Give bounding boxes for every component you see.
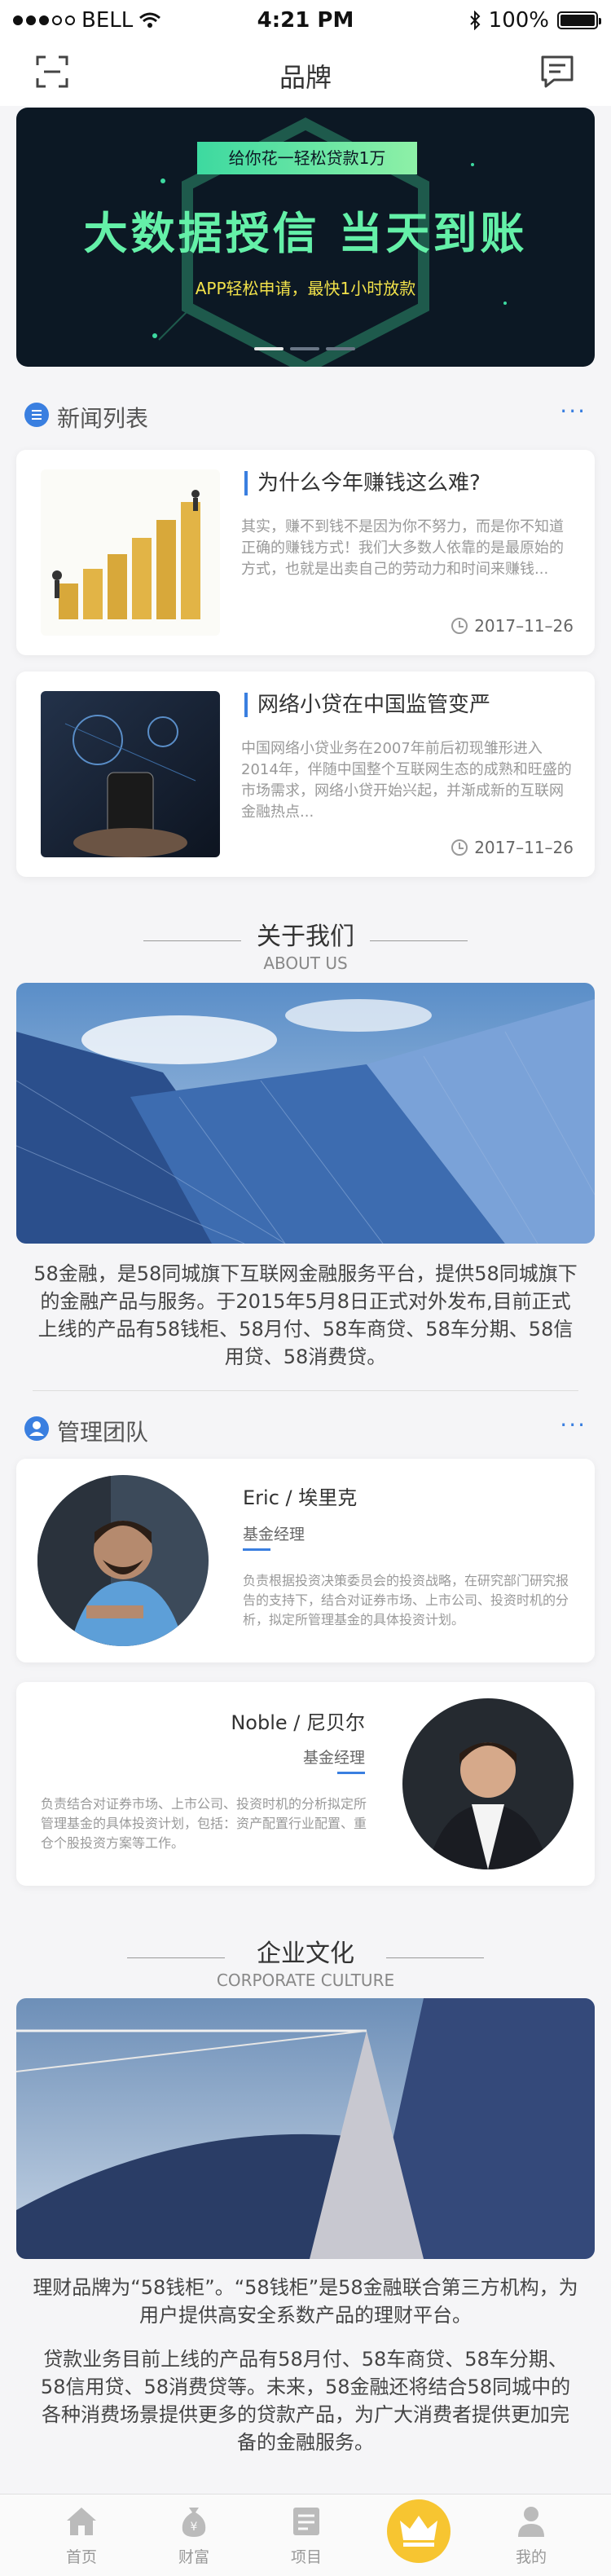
news-thumbnail-coins	[41, 469, 220, 636]
navigation-bar: 品牌	[0, 42, 611, 106]
about-title-en: ABOUT US	[263, 953, 348, 973]
clock-icon	[451, 839, 468, 856]
news-date: 2017–11–26	[474, 616, 574, 636]
banner-pill: 给你花一轻松贷款1万	[197, 142, 417, 174]
about-building-image	[16, 983, 595, 1244]
divider	[127, 1957, 225, 1958]
member-description: 负责根据投资决策委员会的投资战略，在研究部门研究报告的支持下，结合对证券市场、上…	[243, 1573, 569, 1627]
svg-text:¥: ¥	[191, 2521, 198, 2534]
member-name: Noble / 尼贝尔	[231, 1711, 365, 1734]
crown-icon	[387, 2499, 451, 2563]
culture-title-cn: 企业文化	[257, 1940, 354, 1968]
battery-percent: 100%	[488, 8, 549, 33]
divider	[370, 940, 468, 941]
tab-wealth[interactable]: ¥ 财富	[153, 2503, 235, 2567]
user-icon	[518, 2507, 544, 2537]
tab-label: 首页	[65, 2548, 97, 2566]
culture-text-1: 理财品牌为“58钱柜”。“58钱柜”是58金融联合第三方机构，为用户提供高安全系…	[33, 2276, 578, 2327]
news-section-title: 新闻列表	[57, 405, 149, 432]
banner-subline: APP轻松申请，最快1小时放款	[195, 279, 416, 298]
team-more-button[interactable]: ···	[560, 1411, 587, 1438]
divider	[143, 940, 241, 941]
news-card[interactable]: 为什么今年赚钱这么难? 其实，赚不到钱不是因为你不努力，而是你不知道正确的赚钱方…	[16, 450, 595, 655]
news-thumbnail-phone	[41, 691, 220, 857]
accent-bar	[337, 1772, 365, 1774]
team-member-card[interactable]: Noble / 尼贝尔 基金经理 负责结合对证券市场、上市公司、投资时机的分析拟…	[16, 1682, 595, 1886]
member-role: 基金经理	[243, 1526, 306, 1543]
tab-label: 财富	[178, 2548, 209, 2566]
accent-bar	[243, 1548, 270, 1551]
member-name: Eric / 埃里克	[243, 1486, 358, 1509]
tab-mine[interactable]: 我的	[490, 2503, 572, 2567]
member-description: 负责结合对证券市场、上市公司、投资时机的分析拟定所管理基金的具体投资计划，包括：…	[41, 1796, 367, 1851]
battery-icon	[557, 11, 601, 29]
news-summary: 其实，赚不到钱不是因为你不努力，而是你不知道正确的赚钱方式！我们大多数人依靠的是…	[241, 518, 564, 578]
tab-home[interactable]: 首页	[41, 2503, 122, 2567]
clock-icon	[451, 618, 468, 634]
culture-architecture-image	[16, 1998, 595, 2259]
promo-banner[interactable]: 给你花一轻松贷款1万 大数据授信 当天到账 APP轻松申请，最快1小时放款	[16, 108, 595, 367]
home-icon	[67, 2508, 96, 2535]
news-title: 为什么今年赚钱这么难?	[244, 471, 481, 495]
money-bag-icon: ¥	[182, 2508, 206, 2537]
carousel-indicator[interactable]	[254, 347, 355, 350]
team-section-header: 管理团队 ···	[16, 1408, 595, 1449]
news-section-header: 新闻列表 ···	[16, 394, 595, 435]
member-role: 基金经理	[302, 1749, 365, 1767]
about-description: 58金融，是58同城旗下互联网金融服务平台，提供58同城旗下的金融产品与服务。于…	[33, 1262, 578, 1368]
news-summary: 中国网络小贷业务在2007年前后初现雏形进入2014年，伴随中国整个互联网生态的…	[241, 740, 572, 821]
culture-section-title: 企业文化 CORPORATE CULTURE	[0, 1933, 611, 1990]
banner-headline: 大数据授信 当天到账	[83, 208, 528, 259]
team-section-title: 管理团队	[57, 1419, 149, 1446]
divider	[33, 1390, 578, 1391]
news-more-button[interactable]: ···	[560, 398, 587, 425]
tab-vip[interactable]	[378, 2499, 459, 2563]
divider	[386, 1957, 484, 1958]
user-icon	[24, 1416, 49, 1441]
avatar	[402, 1698, 574, 1869]
tab-label: 项目	[290, 2548, 322, 2566]
page-title: 品牌	[279, 62, 332, 93]
avatar	[37, 1475, 209, 1646]
tab-label: 我的	[515, 2548, 547, 2566]
about-section-title: 关于我们 ABOUT US	[0, 916, 611, 973]
bluetooth-icon	[469, 11, 481, 30]
message-icon[interactable]	[539, 54, 575, 90]
project-icon	[293, 2508, 319, 2535]
status-bar: BELL 4:21 PM 100%	[0, 0, 611, 42]
tab-project[interactable]: 项目	[266, 2503, 347, 2567]
news-date: 2017–11–26	[474, 838, 574, 857]
list-icon	[24, 403, 49, 427]
culture-text-2: 贷款业务目前上线的产品有58月付、58车商贷、58车分期、58信用贷、58消费贷…	[40, 2348, 571, 2454]
team-member-card[interactable]: Eric / 埃里克 基金经理 负责根据投资决策委员会的投资战略，在研究部门研究…	[16, 1459, 595, 1662]
news-title: 网络小贷在中国监管变严	[244, 693, 490, 717]
culture-title-en: CORPORATE CULTURE	[216, 1971, 395, 1990]
tab-bar: 首页 ¥ 财富 项目 我的	[0, 2494, 611, 2576]
news-card[interactable]: 网络小贷在中国监管变严 中国网络小贷业务在2007年前后初现雏形进入2014年，…	[16, 672, 595, 877]
about-title-cn: 关于我们	[257, 923, 354, 951]
